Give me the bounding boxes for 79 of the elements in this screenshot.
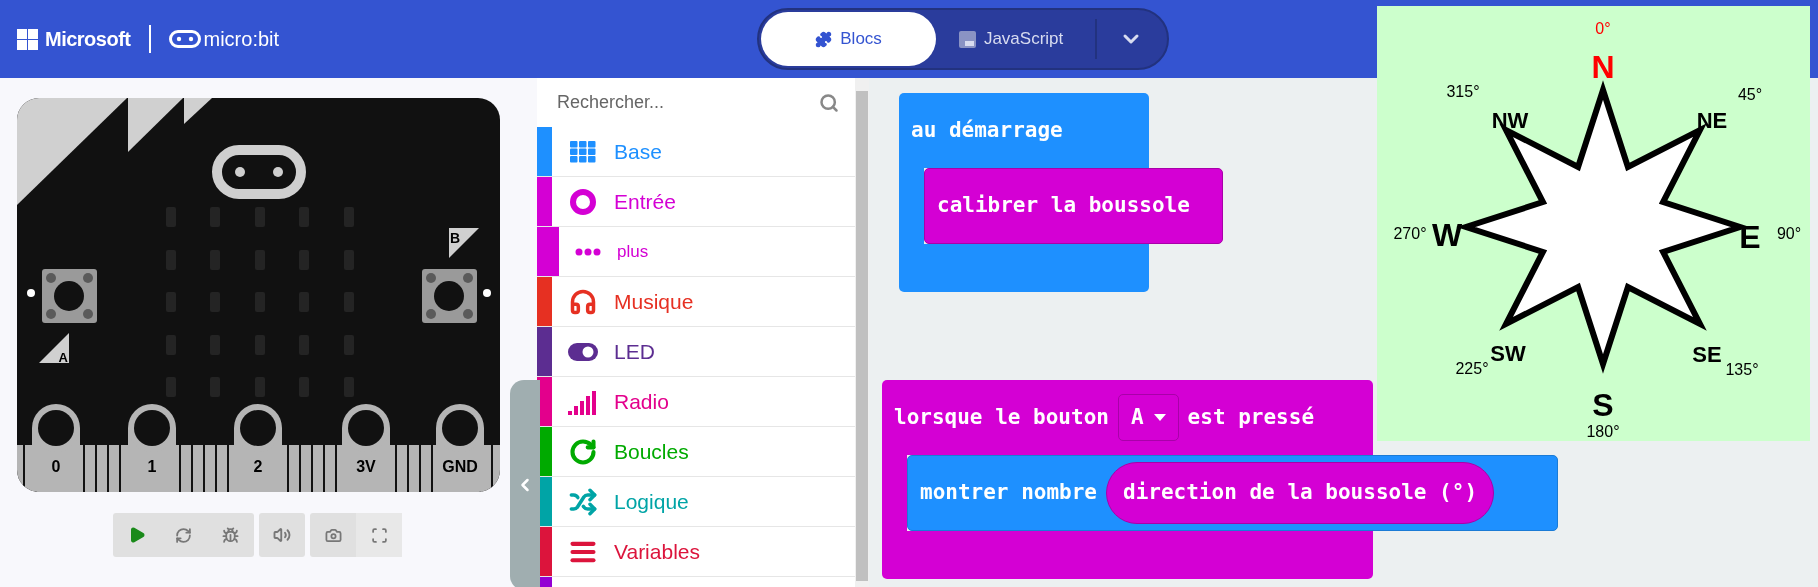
- category-item[interactable]: Base: [537, 127, 855, 178]
- category-item[interactable]: Entrée: [537, 177, 855, 228]
- windows-logo-icon: [17, 28, 38, 50]
- category-item[interactable]: Musique: [537, 277, 855, 328]
- block-label: est pressé: [1187, 403, 1315, 431]
- category-item[interactable]: Variables: [537, 527, 855, 578]
- microbit-logo-icon: [168, 30, 201, 48]
- category-label: Musique: [614, 289, 694, 316]
- category-label: plus: [617, 241, 649, 264]
- js-file-icon: [958, 30, 976, 48]
- statement-block[interactable]: calibrer la boussole: [924, 168, 1223, 244]
- direction-label: SW: [1490, 341, 1526, 366]
- dots-icon: [575, 247, 601, 256]
- search-field[interactable]: Rechercher...: [557, 84, 819, 121]
- event-block[interactable]: au démarrage: [899, 93, 1149, 168]
- block-label: au démarrage: [911, 116, 1063, 144]
- category-item[interactable]: LED: [537, 327, 855, 378]
- category-label: Radio: [614, 389, 669, 416]
- category-label: Logique: [614, 489, 689, 516]
- loop-arrow-icon: [569, 437, 597, 466]
- category-label: Boucles: [614, 439, 689, 466]
- degree-label: 135°: [1725, 361, 1759, 378]
- block-label: calibrer la boussole: [937, 192, 1190, 220]
- signal-bars-icon: [568, 388, 598, 415]
- refresh-icon: [175, 526, 192, 544]
- fullscreen-icon: [370, 526, 388, 544]
- degree-label: 270°: [1393, 225, 1427, 242]
- degree-label: 90°: [1776, 225, 1802, 242]
- statement-block[interactable]: montrer nombre direction de la boussole (°): [907, 455, 1558, 531]
- value-block[interactable]: direction de la boussole (°): [1106, 462, 1495, 524]
- direction-label: W: [1431, 217, 1463, 253]
- pin-label: 0: [51, 458, 61, 475]
- block-label: direction de la boussole (°): [1123, 479, 1478, 507]
- category-item[interactable]: Logique: [537, 477, 855, 528]
- degree-label: 225°: [1455, 360, 1489, 377]
- block-label: montrer nombre: [920, 479, 1097, 507]
- brand-name: Microsoft: [45, 27, 131, 52]
- category-label: Base: [614, 139, 662, 166]
- editor-tab[interactable]: JavaScript: [936, 12, 1087, 66]
- button-label: A: [58, 350, 68, 365]
- caret-icon: [1153, 413, 1166, 422]
- degree-label: 45°: [1737, 86, 1763, 103]
- block-label: lorsque le bouton: [894, 403, 1109, 431]
- event-block[interactable]: lorsque le bouton A est pressé: [882, 380, 1373, 455]
- degree-label: 0°: [1595, 20, 1611, 37]
- category-item[interactable]: Boucles: [537, 427, 855, 478]
- pin-label: GND: [442, 458, 478, 475]
- direction-label: SE: [1692, 342, 1722, 367]
- bug-icon: [222, 526, 239, 544]
- button-label: B: [450, 230, 461, 246]
- search-icon: [819, 92, 839, 113]
- category-item[interactable]: Radio: [537, 377, 855, 428]
- button-dropdown[interactable]: A: [1117, 394, 1179, 441]
- headphones-icon: [569, 287, 597, 316]
- degree-label: 180°: [1586, 423, 1620, 440]
- direction-label: S: [1592, 387, 1614, 423]
- puzzle-icon: [815, 30, 833, 48]
- direction-label: NE: [1696, 108, 1728, 133]
- mute-button[interactable]: [259, 513, 305, 557]
- fullscreen-button[interactable]: [356, 513, 402, 557]
- direction-label: NW: [1491, 108, 1529, 133]
- category-label: Entrée: [614, 189, 676, 216]
- direction-label: N: [1591, 49, 1615, 85]
- category-item[interactable]: plus: [537, 227, 855, 278]
- category-label: LED: [614, 339, 655, 366]
- editor-tab[interactable]: Blocs: [761, 12, 937, 66]
- category-label: Variables: [614, 539, 700, 566]
- target-icon: [570, 188, 596, 215]
- speaker-icon: [273, 526, 291, 544]
- toggle-icon: [568, 342, 598, 361]
- pin-label: 3V: [356, 458, 376, 475]
- pin-label: 1: [147, 458, 157, 475]
- product-name: micro:bit: [203, 27, 280, 52]
- shuffle-icon: [569, 487, 597, 516]
- camera-icon: [324, 526, 342, 544]
- grid-icon: [570, 140, 596, 163]
- collapse-handle[interactable]: [510, 380, 540, 587]
- degree-label: 315°: [1446, 83, 1480, 100]
- pin-label: 2: [253, 458, 263, 475]
